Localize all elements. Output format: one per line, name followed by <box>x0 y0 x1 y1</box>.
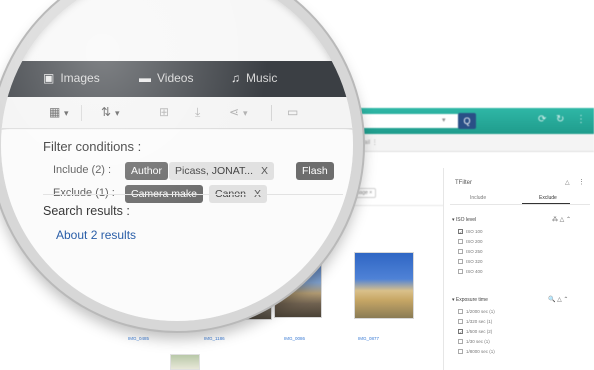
filter-panel: TFilter △ ⋮ Include Exclude ▾ ISO level … <box>443 168 594 370</box>
toolbar-separator <box>271 105 272 121</box>
photo-thumbnail-4[interactable] <box>170 354 200 370</box>
tab-music[interactable]: ♫ Music <box>231 71 277 85</box>
remove-filter-button[interactable]: X <box>261 165 268 177</box>
list-item[interactable]: 1/30 sec (1) <box>458 339 490 344</box>
magnified-view: ▣ Images ▬ Videos ♫ Music ▦ ▾ ⇅ ▾ ⊞ ⤓ ⋖ … <box>0 0 363 331</box>
list-item[interactable]: ISO 250 <box>458 249 483 254</box>
exposure-option-label: 1/30 sec (1) <box>466 339 490 344</box>
iso-option-label: ISO 100 <box>466 229 483 234</box>
exposure-option-label: 1/320 sec (1) <box>466 319 493 324</box>
include-chip-flash-field[interactable]: Flash <box>296 162 334 180</box>
checkbox[interactable] <box>458 309 463 314</box>
checkbox[interactable] <box>458 319 463 324</box>
checkbox[interactable] <box>458 259 463 264</box>
sort-icon[interactable]: ⇅ <box>101 105 111 119</box>
tab-divider <box>450 204 590 205</box>
section-exposure-time[interactable]: ▾ Exposure time <box>452 297 488 303</box>
list-item[interactable]: ISO 400 <box>458 269 483 274</box>
checkbox[interactable] <box>458 239 463 244</box>
share-caret[interactable]: ▾ <box>243 108 248 119</box>
toolbar-separator <box>81 105 82 121</box>
list-item[interactable]: ISO 200 <box>458 239 483 244</box>
list-item[interactable]: 1/320 sec (1) <box>458 319 492 324</box>
exposure-option-label: 1/500 sec (2) <box>466 329 493 334</box>
checkbox[interactable] <box>458 349 463 354</box>
chip-value: Picass, JONAT... <box>175 165 253 177</box>
select-all-icon[interactable]: ⊞ <box>159 105 169 119</box>
search-results-title: Search results : <box>43 204 130 218</box>
include-chip-author-field[interactable]: Author <box>125 162 168 180</box>
search-dropdown-caret[interactable]: ▾ <box>442 116 446 124</box>
warning-icon[interactable]: △ <box>565 179 570 186</box>
iso-option-label: ISO 320 <box>466 259 483 264</box>
thumbnail-caption[interactable]: IMG_0877 <box>358 336 379 341</box>
iso-option-label: ISO 250 <box>466 249 483 254</box>
filter-panel-title: TFilter <box>455 180 472 186</box>
sort-caret[interactable]: ▾ <box>115 108 120 119</box>
search-input[interactable]: ▾ <box>345 114 473 128</box>
grid-view-icon[interactable]: ▦ <box>49 105 60 119</box>
photo-thumbnail-3[interactable] <box>354 252 414 319</box>
more-options-icon[interactable]: ⋮ <box>576 114 586 125</box>
checkbox[interactable] <box>458 339 463 344</box>
magnified-content: ▣ Images ▬ Videos ♫ Music ▦ ▾ ⇅ ▾ ⊞ ⤓ ⋖ … <box>1 0 353 321</box>
checkbox[interactable] <box>458 249 463 254</box>
section-exposure-icons[interactable]: 🔍 △ ⌃ <box>548 296 568 303</box>
section-iso-level[interactable]: ▾ ISO level <box>452 217 476 223</box>
folder-icon[interactable]: ▭ <box>287 105 298 119</box>
checkbox-checked[interactable]: ✓ <box>458 229 463 235</box>
list-item[interactable]: ✓ 1/500 sec (2) <box>458 329 493 335</box>
filter-conditions-title: Filter conditions : <box>43 139 142 154</box>
exposure-option-label: 1/2000 sec (1) <box>466 309 495 314</box>
grid-view-caret[interactable]: ▾ <box>64 108 69 119</box>
tab-videos-label: Videos <box>157 71 194 85</box>
filter-summary-area: Filter conditions : Include (2) : Author… <box>1 130 353 321</box>
media-tab-bar: ▣ Images ▬ Videos ♫ Music <box>1 61 353 97</box>
share-icon[interactable]: ⋖ <box>229 105 239 119</box>
checkbox-checked[interactable]: ✓ <box>458 329 463 335</box>
exclude-label: Exclude (1) : <box>53 187 115 199</box>
refresh-icon[interactable]: ⟳ <box>538 114 546 125</box>
download-icon[interactable]: ⤓ <box>195 105 200 120</box>
list-item[interactable]: ISO 320 <box>458 259 483 264</box>
include-chip-author-value[interactable]: Picass, JONAT... X <box>169 162 275 180</box>
magnifier-lens: ▣ Images ▬ Videos ♫ Music ▦ ▾ ⇅ ▾ ⊞ ⤓ ⋖ … <box>0 0 363 331</box>
thumbnail-caption[interactable]: IMG_1186 <box>204 336 225 341</box>
tab-images-label: Images <box>60 71 100 85</box>
music-note-icon: ♫ <box>231 71 240 85</box>
thumbnail-caption[interactable]: IMG_0086 <box>284 336 305 341</box>
iso-option-label: ISO 200 <box>466 239 483 244</box>
include-label: Include (2) : <box>53 164 112 176</box>
screenshot-stage: ▾ Q ⟳ ↻ ⋮ ☐ Email ⋮ Image × IMG_0485 IMG… <box>0 0 594 370</box>
thumbnail-caption[interactable]: IMG_0485 <box>128 336 149 341</box>
image-icon: ▣ <box>43 71 55 85</box>
media-toolbar: ▦ ▾ ⇅ ▾ ⊞ ⤓ ⋖ ▾ ▭ <box>1 97 353 129</box>
video-icon: ▬ <box>139 71 151 85</box>
tab-music-label: Music <box>246 71 278 85</box>
search-button[interactable]: Q <box>458 113 476 129</box>
section-iso-icons[interactable]: ⁂ △ ⌃ <box>552 216 571 223</box>
list-item[interactable]: 1/8000 sec (1) <box>458 349 495 354</box>
result-count: About 2 results <box>56 228 137 242</box>
sync-icon[interactable]: ↻ <box>556 114 564 125</box>
list-item[interactable]: ✓ ISO 100 <box>458 229 483 235</box>
tab-exclude[interactable]: Exclude <box>539 195 557 201</box>
iso-option-label: ISO 400 <box>466 269 483 274</box>
tab-include[interactable]: Include <box>470 195 486 201</box>
tab-videos[interactable]: ▬ Videos <box>139 71 193 85</box>
list-item[interactable]: 1/2000 sec (1) <box>458 309 495 314</box>
exposure-option-label: 1/8000 sec (1) <box>466 349 495 354</box>
checkbox[interactable] <box>458 269 463 274</box>
tab-images[interactable]: ▣ Images <box>43 71 100 85</box>
more-options-icon[interactable]: ⋮ <box>578 178 585 186</box>
section-divider <box>43 194 343 195</box>
